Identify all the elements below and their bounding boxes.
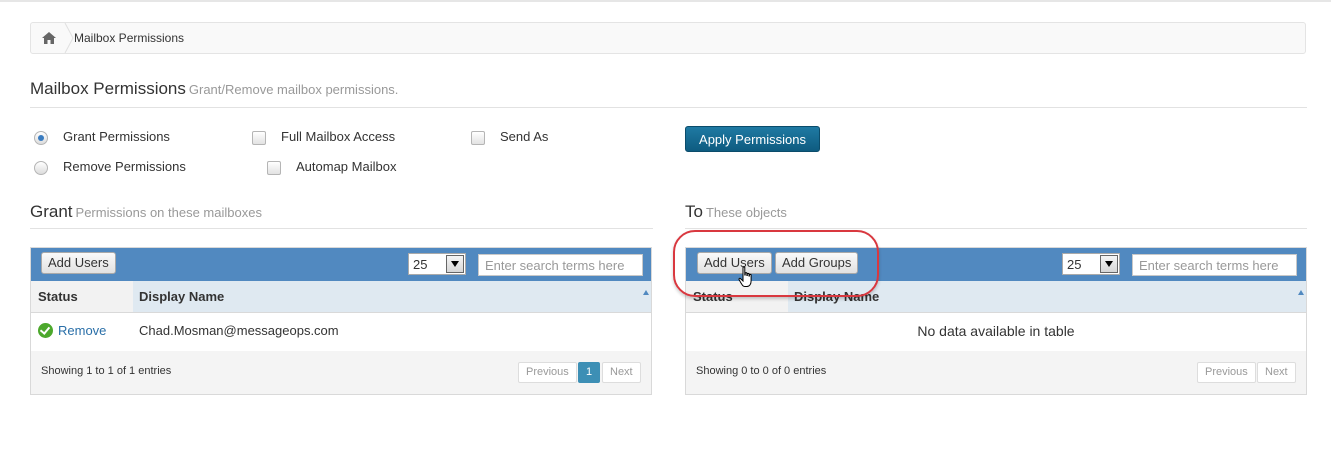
to-add-users-button[interactable]: Add Users	[697, 252, 772, 274]
chevron-down-icon[interactable]	[446, 255, 464, 273]
sort-asc-icon	[643, 290, 649, 295]
to-next-button[interactable]: Next	[1257, 362, 1296, 383]
display-name-header: Display Name	[794, 289, 880, 304]
grant-display-name-column[interactable]: Display Name	[133, 281, 651, 312]
full-mailbox-access-label[interactable]: Full Mailbox Access	[281, 129, 395, 144]
apply-permissions-button[interactable]: Apply Permissions	[685, 126, 820, 152]
to-table-panel: Add Users Add Groups 25 Status Display N…	[685, 247, 1307, 395]
sort-asc-icon	[1298, 290, 1304, 295]
to-section-title: To These objects	[685, 202, 787, 222]
to-search-input[interactable]	[1132, 254, 1297, 276]
send-as-label[interactable]: Send As	[500, 129, 548, 144]
grant-table-footer: Showing 1 to 1 of 1 entries Previous 1 N…	[31, 351, 651, 394]
grant-previous-button[interactable]: Previous	[518, 362, 577, 383]
page-title-text: Mailbox Permissions	[30, 79, 186, 98]
to-status-column[interactable]: Status	[686, 281, 788, 312]
grant-title-text: Grant	[30, 202, 73, 221]
empty-row: No data available in table	[686, 313, 1306, 352]
hand-cursor-icon	[738, 266, 752, 287]
to-page-size-select[interactable]: 25	[1062, 253, 1120, 275]
display-name-header: Display Name	[139, 289, 225, 304]
grant-table-header: Status Display Name	[31, 281, 651, 313]
full-mailbox-access-checkbox[interactable]	[252, 131, 266, 145]
breadcrumb: Mailbox Permissions	[30, 22, 1306, 54]
grant-page-1-button[interactable]: 1	[578, 362, 601, 383]
page-subtitle: Grant/Remove mailbox permissions.	[188, 82, 399, 97]
to-table-header: Status Display Name	[686, 281, 1306, 313]
grant-next-button[interactable]: Next	[602, 362, 641, 383]
automap-mailbox-label[interactable]: Automap Mailbox	[296, 159, 396, 174]
send-as-checkbox[interactable]	[471, 131, 485, 145]
grant-status-column[interactable]: Status	[31, 281, 133, 312]
to-page-size-value: 25	[1067, 257, 1082, 272]
empty-table-message: No data available in table	[917, 323, 1075, 339]
to-previous-button[interactable]: Previous	[1197, 362, 1256, 383]
remove-link[interactable]: Remove	[58, 323, 106, 338]
grant-permissions-radio[interactable]	[34, 131, 48, 145]
to-display-name-column[interactable]: Display Name	[788, 281, 1306, 312]
grant-permissions-label[interactable]: Grant Permissions	[63, 129, 170, 144]
display-name-cell: Chad.Mosman@messageops.com	[139, 323, 339, 338]
grant-subtitle: Permissions on these mailboxes	[75, 205, 262, 220]
grant-page-size-value: 25	[413, 257, 428, 272]
title-divider	[30, 107, 1307, 108]
automap-mailbox-checkbox[interactable]	[267, 161, 281, 175]
breadcrumb-separator	[64, 23, 74, 53]
grant-section-title: Grant Permissions on these mailboxes	[30, 202, 262, 222]
to-divider	[685, 228, 1307, 229]
remove-permissions-label[interactable]: Remove Permissions	[63, 159, 186, 174]
to-add-groups-button[interactable]: Add Groups	[775, 252, 859, 274]
breadcrumb-current: Mailbox Permissions	[74, 31, 185, 45]
grant-page-size-select[interactable]: 25	[408, 253, 466, 275]
to-entries-info: Showing 0 to 0 of 0 entries	[696, 365, 827, 377]
grant-entries-info: Showing 1 to 1 of 1 entries	[41, 365, 172, 377]
grant-search-input[interactable]	[478, 254, 643, 276]
check-circle-icon	[38, 323, 53, 338]
home-icon[interactable]	[41, 31, 57, 45]
to-subtitle: These objects	[705, 205, 787, 220]
to-table-toolbar: Add Users Add Groups 25	[686, 248, 1306, 281]
top-border	[0, 0, 1331, 2]
grant-divider	[30, 228, 653, 229]
table-row: Remove Chad.Mosman@messageops.com	[31, 313, 651, 352]
grant-add-users-button[interactable]: Add Users	[41, 252, 116, 274]
status-header: Status	[693, 289, 733, 304]
to-table-footer: Showing 0 to 0 of 0 entries Previous Nex…	[686, 351, 1306, 394]
grant-table-toolbar: Add Users 25	[31, 248, 651, 281]
to-title-text: To	[685, 202, 703, 221]
page-title: Mailbox Permissions Grant/Remove mailbox …	[30, 79, 398, 99]
chevron-down-icon[interactable]	[1100, 255, 1118, 273]
grant-table-panel: Add Users 25 Status Display Name Remove …	[30, 247, 652, 395]
remove-permissions-radio[interactable]	[34, 161, 48, 175]
status-header: Status	[38, 289, 78, 304]
